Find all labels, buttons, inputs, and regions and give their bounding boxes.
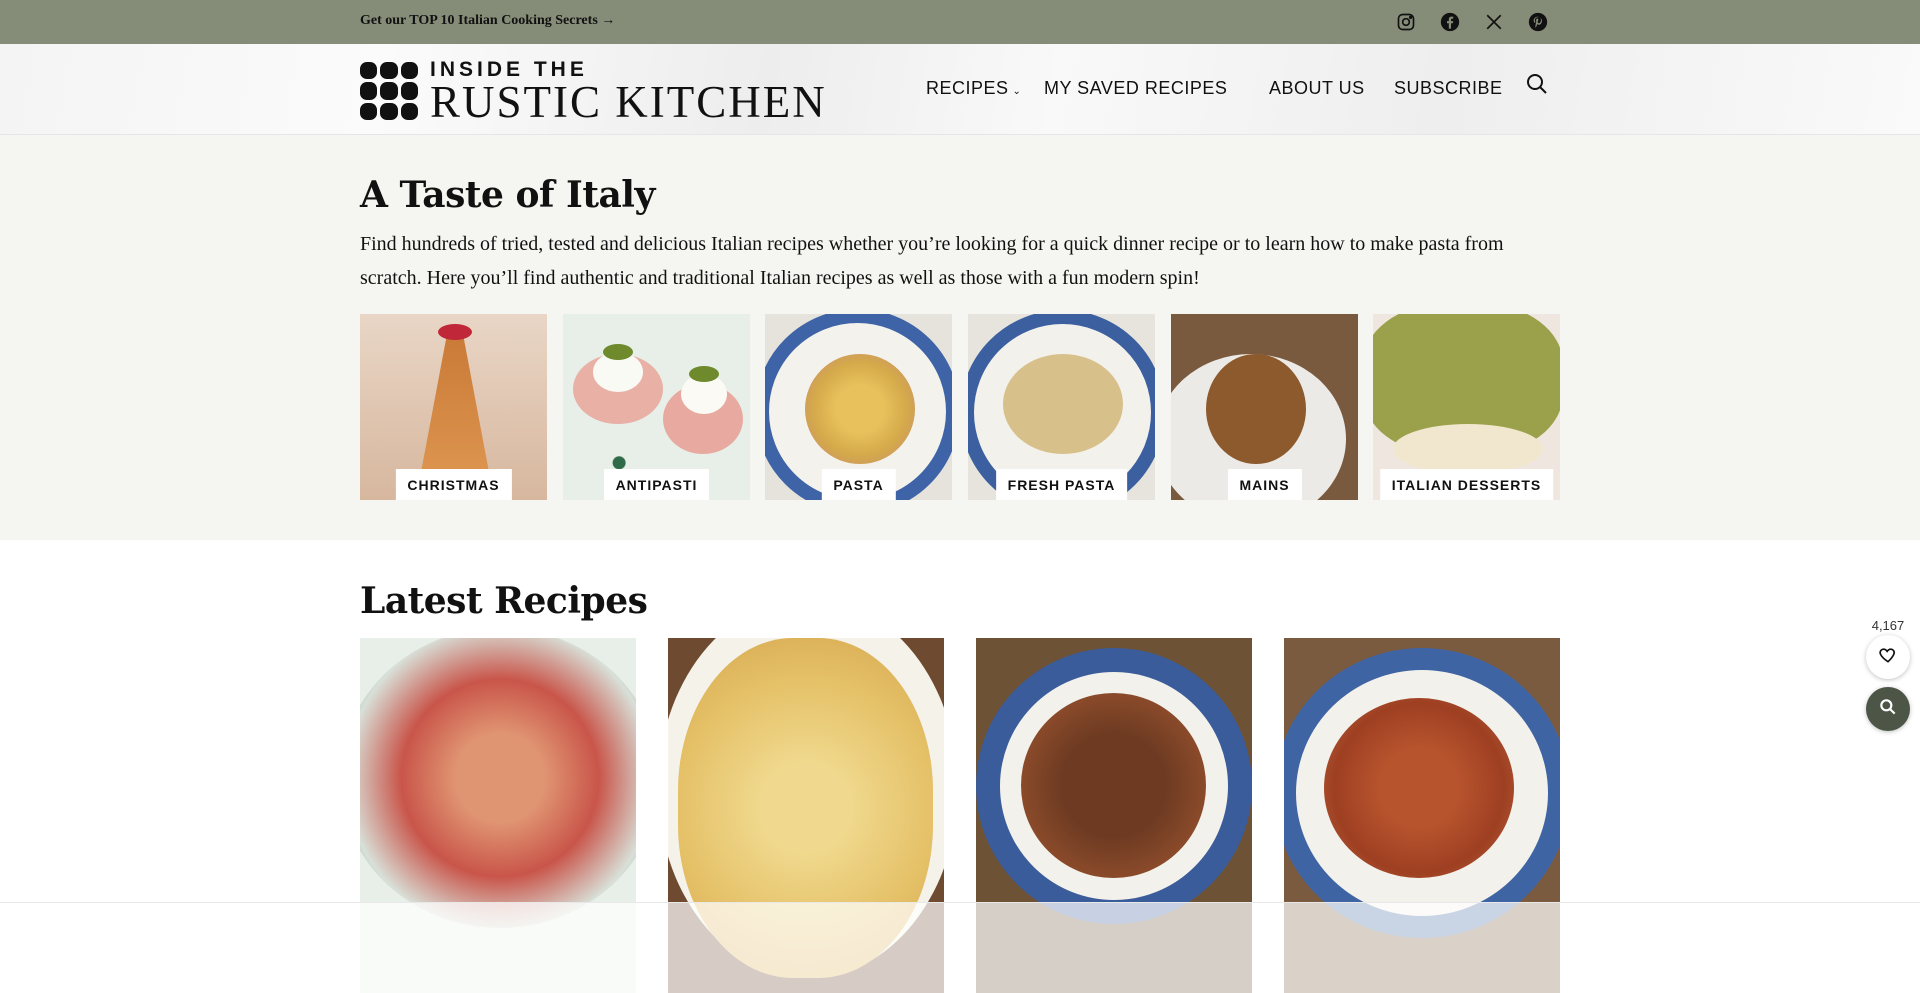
- section-title: A Taste of Italy: [360, 174, 655, 216]
- chevron-down-icon: ⌄: [1012, 86, 1022, 97]
- search-icon[interactable]: [1525, 72, 1549, 96]
- site-header: INSIDE THE RUSTIC KITCHEN RECIPES ⌄ MY SA…: [0, 44, 1920, 135]
- category-label: FRESH PASTA: [995, 469, 1128, 500]
- facebook-icon[interactable]: [1439, 11, 1461, 33]
- category-label: MAINS: [1227, 469, 1302, 500]
- category-card-italian-desserts[interactable]: ITALIAN DESSERTS: [1373, 314, 1560, 500]
- promo-link[interactable]: Get our TOP 10 Italian Cooking Secrets →: [360, 13, 615, 29]
- nav-about-us[interactable]: ABOUT US: [1269, 78, 1365, 99]
- taste-of-italy-section: A Taste of Italy Find hundreds of tried,…: [0, 135, 1920, 540]
- nav-recipes[interactable]: RECIPES ⌄: [926, 78, 1021, 99]
- top-promo-bar: Get our TOP 10 Italian Cooking Secrets →: [0, 0, 1920, 44]
- category-label: CHRISTMAS: [395, 469, 512, 500]
- logo-mark-icon: [360, 62, 418, 120]
- floating-search-button[interactable]: [1866, 687, 1910, 731]
- recipe-image: [360, 638, 636, 928]
- logo-main-text: RUSTIC KITCHEN: [430, 77, 827, 127]
- nav-my-saved-recipes[interactable]: MY SAVED RECIPES: [1044, 78, 1227, 99]
- category-card-mains[interactable]: MAINS: [1171, 314, 1358, 500]
- instagram-icon[interactable]: [1395, 11, 1417, 33]
- category-card-antipasti[interactable]: ANTIPASTI: [563, 314, 750, 500]
- site-logo[interactable]: INSIDE THE RUSTIC KITCHEN: [360, 59, 827, 127]
- favorite-count: 4,167: [1871, 618, 1905, 633]
- heart-icon: [1878, 645, 1898, 670]
- section-intro: Find hundreds of tried, tested and delic…: [360, 233, 1504, 289]
- category-card-pasta[interactable]: PASTA: [765, 314, 952, 500]
- search-icon: [1878, 697, 1898, 722]
- category-label: PASTA: [821, 469, 896, 500]
- bottom-fade-overlay: [0, 902, 1920, 993]
- nav-subscribe[interactable]: SUBSCRIBE: [1394, 78, 1503, 99]
- x-icon[interactable]: [1483, 11, 1505, 33]
- favorite-button[interactable]: [1866, 635, 1910, 679]
- category-card-fresh-pasta[interactable]: FRESH PASTA: [968, 314, 1155, 500]
- pinterest-icon[interactable]: [1527, 11, 1549, 33]
- category-label: ANTIPASTI: [603, 469, 710, 500]
- category-card-christmas[interactable]: CHRISTMAS: [360, 314, 547, 500]
- latest-recipes-title: Latest Recipes: [360, 580, 648, 622]
- category-label: ITALIAN DESSERTS: [1379, 469, 1554, 500]
